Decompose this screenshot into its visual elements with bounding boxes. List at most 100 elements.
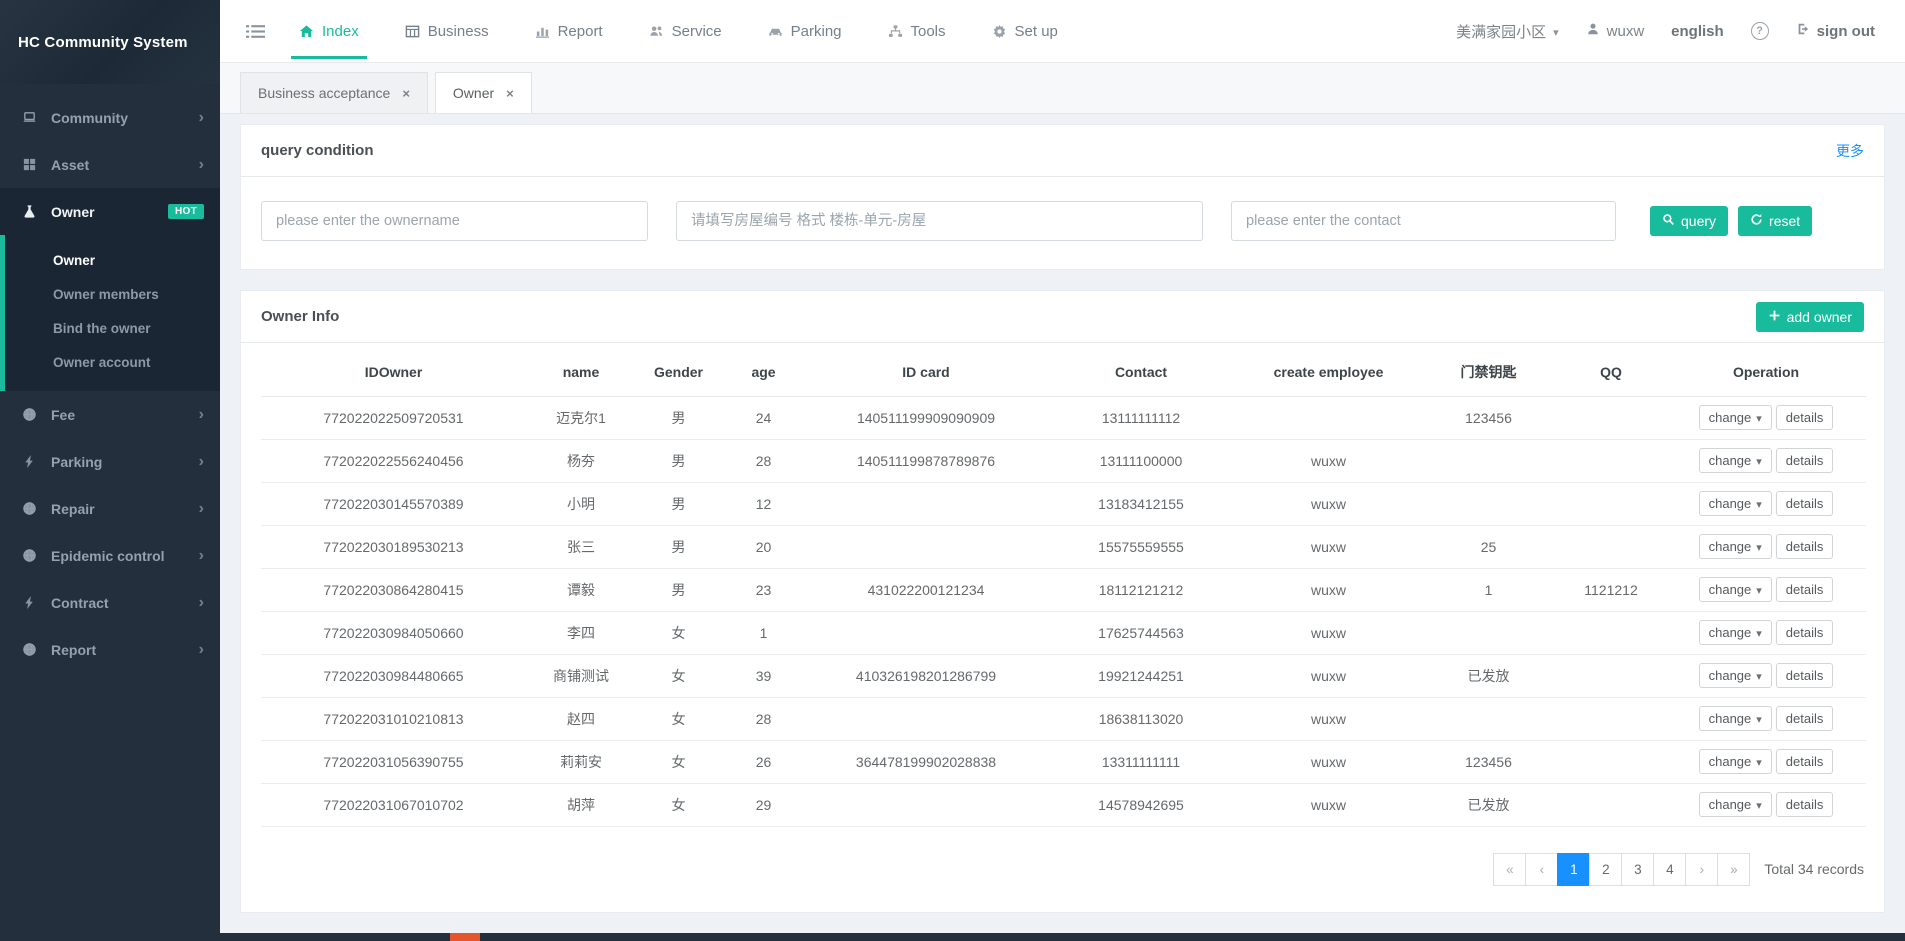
tab-owner[interactable]: Owner× <box>435 72 532 113</box>
change-button[interactable]: change <box>1699 749 1772 774</box>
cell-id: 772022030145570389 <box>261 482 526 525</box>
pagination-page-1[interactable]: 1 <box>1557 853 1590 886</box>
contact-input[interactable] <box>1231 201 1616 241</box>
change-button[interactable]: change <box>1699 663 1772 688</box>
column-header-gender: Gender <box>636 349 721 396</box>
owner-info-panel: Owner Info add owner IDOwn <box>240 290 1885 913</box>
sidebar-item-owner[interactable]: OwnerHOT <box>0 188 220 235</box>
hot-badge: HOT <box>168 204 204 219</box>
tab-label: Business acceptance <box>258 85 390 101</box>
change-button[interactable]: change <box>1699 405 1772 430</box>
details-button[interactable]: details <box>1776 706 1834 731</box>
add-owner-button[interactable]: add owner <box>1756 302 1864 332</box>
change-button[interactable]: change <box>1699 448 1772 473</box>
details-button[interactable]: details <box>1776 749 1834 774</box>
pagination-prev[interactable]: ‹ <box>1525 853 1558 886</box>
cell-name: 商铺测试 <box>526 654 636 697</box>
details-button[interactable]: details <box>1776 792 1834 817</box>
cell-name: 李四 <box>526 611 636 654</box>
cell-door-key: 已发放 <box>1421 654 1556 697</box>
pagination-next[interactable]: › <box>1685 853 1718 886</box>
table-row: 772022030984050660李四女117625744563wuxwcha… <box>261 611 1866 654</box>
sidebar-item-repair[interactable]: Repair <box>0 485 220 532</box>
change-button[interactable]: change <box>1699 577 1772 602</box>
sidebar-item-report[interactable]: Report <box>0 626 220 673</box>
cell-name: 小明 <box>526 482 636 525</box>
cell-operation: changedetails <box>1666 482 1866 525</box>
cell-operation: changedetails <box>1666 654 1866 697</box>
topnav-item-index[interactable]: Index <box>299 0 359 62</box>
sidebar-item-parking[interactable]: Parking <box>0 438 220 485</box>
cell-contact: 19921244251 <box>1046 654 1236 697</box>
chevron-right-icon <box>199 642 204 658</box>
pagination-page-2[interactable]: 2 <box>1589 853 1622 886</box>
sidebar-item-fee[interactable]: Fee <box>0 391 220 438</box>
change-button-label: change <box>1709 711 1752 726</box>
details-button[interactable]: details <box>1776 577 1834 602</box>
community-selector-label: 美满家园小区 <box>1456 21 1546 42</box>
cell-operation: changedetails <box>1666 740 1866 783</box>
change-button[interactable]: change <box>1699 706 1772 731</box>
sidebar-subitem-bind-the-owner[interactable]: Bind the owner <box>5 311 220 345</box>
tab-business-acceptance[interactable]: Business acceptance × <box>240 72 428 113</box>
cell-id: 772022031056390755 <box>261 740 526 783</box>
community-selector[interactable]: 美满家园小区 <box>1456 21 1559 42</box>
house-number-input[interactable] <box>676 201 1203 241</box>
cell-id: 772022031067010702 <box>261 783 526 826</box>
tab-close-icon[interactable]: × <box>402 86 410 101</box>
pagination-page-3[interactable]: 3 <box>1621 853 1654 886</box>
change-button[interactable]: change <box>1699 534 1772 559</box>
more-link[interactable]: 更多 <box>1836 141 1864 161</box>
language-toggle[interactable]: english <box>1671 23 1724 40</box>
query-button[interactable]: query <box>1650 206 1728 236</box>
help-icon[interactable] <box>1751 22 1769 40</box>
owner-table: IDOwnernameGenderageID cardContactcreate… <box>261 349 1866 827</box>
cell-contact: 14578942695 <box>1046 783 1236 826</box>
cell-gender: 男 <box>636 568 721 611</box>
change-button[interactable]: change <box>1699 620 1772 645</box>
reset-button[interactable]: reset <box>1738 206 1812 236</box>
sidebar-item-epidemic-control[interactable]: Epidemic control <box>0 532 220 579</box>
topnav-item-report[interactable]: Report <box>535 0 603 62</box>
topnav-item-set-up[interactable]: Set up <box>992 0 1058 62</box>
change-button[interactable]: change <box>1699 491 1772 516</box>
column-header-id-card: ID card <box>806 349 1046 396</box>
pagination-first[interactable]: « <box>1493 853 1526 886</box>
reset-button-label: reset <box>1769 213 1800 229</box>
cell-name: 张三 <box>526 525 636 568</box>
menu-toggle-button[interactable] <box>246 0 265 62</box>
sidebar-subitem-owner[interactable]: Owner <box>5 243 220 277</box>
details-button[interactable]: details <box>1776 663 1834 688</box>
details-button[interactable]: details <box>1776 534 1834 559</box>
cell-name: 谭毅 <box>526 568 636 611</box>
sidebar-item-contract[interactable]: Contract <box>0 579 220 626</box>
horizontal-scrollbar <box>0 933 1905 941</box>
cell-id-card: 364478199902028838 <box>806 740 1046 783</box>
cell-age: 29 <box>721 783 806 826</box>
tab-close-icon[interactable]: × <box>506 86 514 101</box>
topnav-item-parking[interactable]: Parking <box>768 0 842 62</box>
signout-button[interactable]: sign out <box>1796 22 1875 40</box>
chevron-right-icon <box>199 407 204 423</box>
pagination-page-4[interactable]: 4 <box>1653 853 1686 886</box>
sidebar-item-label: Community <box>51 110 128 126</box>
plus-icon <box>1768 309 1781 325</box>
topnav-item-service[interactable]: Service <box>649 0 722 62</box>
details-button[interactable]: details <box>1776 491 1834 516</box>
change-button[interactable]: change <box>1699 792 1772 817</box>
pagination-last[interactable]: » <box>1717 853 1750 886</box>
details-button[interactable]: details <box>1776 405 1834 430</box>
sidebar-item-label: Epidemic control <box>51 548 165 564</box>
scrollbar-thumb[interactable] <box>450 933 480 941</box>
details-button[interactable]: details <box>1776 448 1834 473</box>
user-menu[interactable]: wuxw <box>1586 22 1645 40</box>
details-button[interactable]: details <box>1776 620 1834 645</box>
ownername-input[interactable] <box>261 201 648 241</box>
topnav-item-tools[interactable]: Tools <box>888 0 946 62</box>
sidebar-item-community[interactable]: Community <box>0 94 220 141</box>
topnav-item-business[interactable]: Business <box>405 0 489 62</box>
sidebar-subitem-owner-members[interactable]: Owner members <box>5 277 220 311</box>
cell-id: 772022022556240456 <box>261 439 526 482</box>
sidebar-item-asset[interactable]: Asset <box>0 141 220 188</box>
sidebar-subitem-owner-account[interactable]: Owner account <box>5 345 220 379</box>
